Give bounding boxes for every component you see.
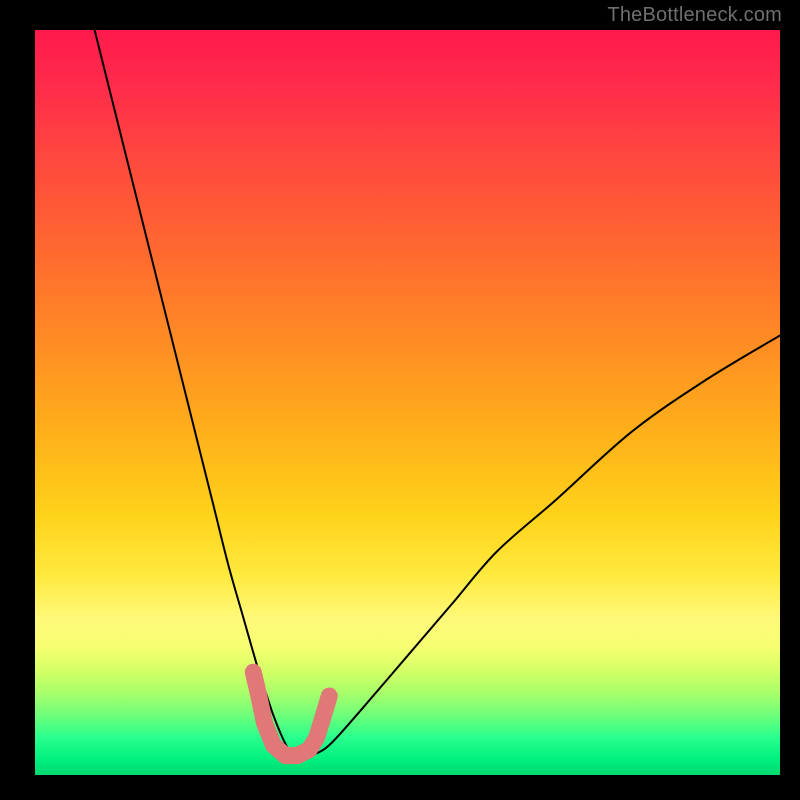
plot-area: [35, 30, 780, 775]
chart-frame: TheBottleneck.com: [0, 0, 800, 800]
bottleneck-curve: [95, 30, 780, 757]
curve-layer: [35, 30, 780, 775]
valley-markers: [253, 672, 329, 755]
watermark-text: TheBottleneck.com: [607, 4, 782, 27]
